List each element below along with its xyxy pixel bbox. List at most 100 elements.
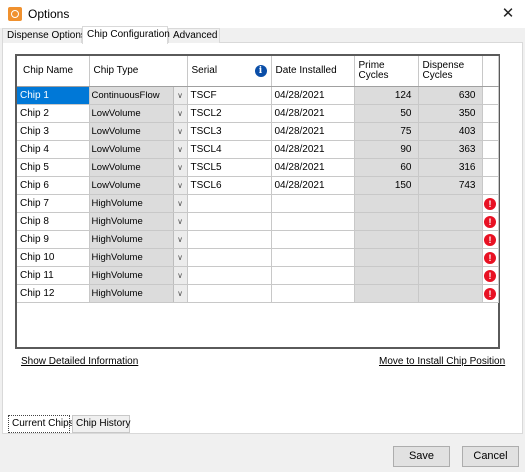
chip-type-dropdown[interactable]: LowVolume ∨ bbox=[89, 122, 188, 141]
status-cell: ! bbox=[482, 230, 499, 249]
table-row[interactable]: Chip 6 LowVolume ∨ TSCL6 04/28/2021 150 743 bbox=[17, 176, 499, 195]
chip-type-dropdown[interactable]: HighVolume ∨ bbox=[89, 266, 188, 285]
info-icon[interactable]: i bbox=[254, 65, 267, 77]
tab-advanced[interactable]: Advanced bbox=[168, 28, 220, 43]
table-row[interactable]: Chip 8 HighVolume ∨! bbox=[17, 212, 499, 231]
chip-type-dropdown[interactable]: HighVolume ∨ bbox=[89, 284, 188, 303]
table-row[interactable]: Chip 5 LowVolume ∨ TSCL5 04/28/2021 60 316 bbox=[17, 158, 499, 177]
chip-name-cell[interactable]: Chip 10 bbox=[17, 248, 90, 267]
chip-name-cell[interactable]: Chip 7 bbox=[17, 194, 90, 213]
date-installed-cell[interactable] bbox=[271, 194, 355, 213]
column-header-prime-cycles[interactable]: Prime Cycles bbox=[354, 56, 419, 87]
chip-name-cell[interactable]: Chip 4 bbox=[17, 140, 90, 159]
chevron-down-icon[interactable]: ∨ bbox=[172, 140, 186, 157]
serial-cell[interactable]: TSCL2 bbox=[187, 104, 272, 123]
warning-icon[interactable]: ! bbox=[484, 234, 496, 246]
app-icon bbox=[8, 7, 22, 21]
serial-cell[interactable] bbox=[187, 230, 272, 249]
warning-icon[interactable]: ! bbox=[484, 270, 496, 282]
date-installed-cell[interactable] bbox=[271, 212, 355, 231]
chevron-down-icon[interactable]: ∨ bbox=[172, 158, 186, 175]
dispense-cycles-cell: 403 bbox=[418, 122, 483, 141]
chip-name-cell[interactable]: Chip 9 bbox=[17, 230, 90, 249]
date-installed-cell[interactable]: 04/28/2021 bbox=[271, 176, 355, 195]
chip-type-dropdown[interactable]: LowVolume ∨ bbox=[89, 176, 188, 195]
serial-cell[interactable] bbox=[187, 194, 272, 213]
column-header-date-installed[interactable]: Date Installed bbox=[271, 56, 355, 87]
tab-dispense-options[interactable]: Dispense Options bbox=[2, 28, 86, 43]
serial-cell[interactable]: TSCF bbox=[187, 86, 272, 105]
serial-cell[interactable]: TSCL6 bbox=[187, 176, 272, 195]
chip-type-dropdown[interactable]: LowVolume ∨ bbox=[89, 158, 188, 177]
tab-chip-history[interactable]: Chip History bbox=[72, 415, 130, 433]
column-header-chip-name[interactable]: Chip Name bbox=[17, 56, 90, 87]
chevron-down-icon[interactable]: ∨ bbox=[172, 266, 186, 283]
date-installed-cell[interactable]: 04/28/2021 bbox=[271, 122, 355, 141]
serial-cell[interactable]: TSCL5 bbox=[187, 158, 272, 177]
chip-type-dropdown[interactable]: HighVolume ∨ bbox=[89, 212, 188, 231]
serial-cell[interactable]: TSCL3 bbox=[187, 122, 272, 141]
chip-name-cell[interactable]: Chip 11 bbox=[17, 266, 90, 285]
table-row[interactable]: Chip 9 HighVolume ∨! bbox=[17, 230, 499, 249]
chip-type-dropdown[interactable]: LowVolume ∨ bbox=[89, 104, 188, 123]
column-header-serial[interactable]: Serial i bbox=[187, 56, 272, 87]
warning-icon[interactable]: ! bbox=[484, 288, 496, 300]
chip-name-cell[interactable]: Chip 5 bbox=[17, 158, 90, 177]
serial-cell[interactable] bbox=[187, 248, 272, 267]
date-installed-cell[interactable] bbox=[271, 230, 355, 249]
table-row[interactable]: Chip 1 ContinuousFlow ∨ TSCF 04/28/2021 124 63… bbox=[17, 86, 499, 105]
tab-current-chips[interactable]: Current Chips bbox=[8, 415, 74, 433]
date-installed-cell[interactable]: 04/28/2021 bbox=[271, 104, 355, 123]
chip-type-dropdown[interactable]: ContinuousFlow ∨ bbox=[89, 86, 188, 105]
chip-name-cell[interactable]: Chip 12 bbox=[17, 284, 90, 303]
table-row[interactable]: Chip 11 HighVolume ∨! bbox=[17, 266, 499, 285]
chevron-down-icon[interactable]: ∨ bbox=[172, 194, 186, 211]
date-installed-cell[interactable] bbox=[271, 266, 355, 285]
date-installed-cell[interactable]: 04/28/2021 bbox=[271, 86, 355, 105]
warning-icon[interactable]: ! bbox=[484, 198, 496, 210]
serial-header-label: Serial bbox=[191, 64, 218, 76]
warning-icon[interactable]: ! bbox=[484, 252, 496, 264]
date-installed-cell[interactable] bbox=[271, 284, 355, 303]
date-installed-cell[interactable]: 04/28/2021 bbox=[271, 158, 355, 177]
date-installed-cell[interactable] bbox=[271, 248, 355, 267]
chip-name-cell[interactable]: Chip 1 bbox=[17, 86, 90, 105]
chevron-down-icon[interactable]: ∨ bbox=[172, 248, 186, 265]
move-to-install-position-link[interactable]: Move to Install Chip Position bbox=[379, 356, 505, 367]
chevron-down-icon[interactable]: ∨ bbox=[172, 122, 186, 139]
column-header-dispense-cycles[interactable]: Dispense Cycles bbox=[418, 56, 483, 87]
serial-cell[interactable]: TSCL4 bbox=[187, 140, 272, 159]
chevron-down-icon[interactable]: ∨ bbox=[172, 176, 186, 193]
column-header-chip-type[interactable]: Chip Type bbox=[89, 56, 188, 87]
chip-name-cell[interactable]: Chip 6 bbox=[17, 176, 90, 195]
save-button[interactable]: Save bbox=[393, 446, 450, 467]
date-installed-cell[interactable]: 04/28/2021 bbox=[271, 140, 355, 159]
chip-name-cell[interactable]: Chip 8 bbox=[17, 212, 90, 231]
show-detailed-information-link[interactable]: Show Detailed Information bbox=[21, 356, 138, 367]
serial-cell[interactable] bbox=[187, 266, 272, 285]
chevron-down-icon[interactable]: ∨ bbox=[172, 104, 186, 121]
chip-name-cell[interactable]: Chip 2 bbox=[17, 104, 90, 123]
chevron-down-icon[interactable]: ∨ bbox=[172, 86, 186, 103]
close-icon[interactable]: ✕ bbox=[491, 0, 525, 28]
table-row[interactable]: Chip 4 LowVolume ∨ TSCL4 04/28/2021 90 363 bbox=[17, 140, 499, 159]
chip-type-dropdown[interactable]: HighVolume ∨ bbox=[89, 248, 188, 267]
chip-type-dropdown[interactable]: HighVolume ∨ bbox=[89, 230, 188, 249]
table-row[interactable]: Chip 3 LowVolume ∨ TSCL3 04/28/2021 75 403 bbox=[17, 122, 499, 141]
warning-icon[interactable]: ! bbox=[484, 216, 496, 228]
table-row[interactable]: Chip 12 HighVolume ∨! bbox=[17, 284, 499, 303]
chip-type-dropdown[interactable]: LowVolume ∨ bbox=[89, 140, 188, 159]
serial-cell[interactable] bbox=[187, 212, 272, 231]
chip-type-dropdown[interactable]: HighVolume ∨ bbox=[89, 194, 188, 213]
cancel-button[interactable]: Cancel bbox=[462, 446, 519, 467]
tab-chip-configuration[interactable]: Chip Configuration bbox=[82, 26, 170, 44]
table-row[interactable]: Chip 7 HighVolume ∨! bbox=[17, 194, 499, 213]
chip-name-cell[interactable]: Chip 3 bbox=[17, 122, 90, 141]
serial-cell[interactable] bbox=[187, 284, 272, 303]
chevron-down-icon[interactable]: ∨ bbox=[172, 284, 186, 301]
table-row[interactable]: Chip 2 LowVolume ∨ TSCL2 04/28/2021 50 350 bbox=[17, 104, 499, 123]
table-row[interactable]: Chip 10 HighVolume ∨! bbox=[17, 248, 499, 267]
chevron-down-icon[interactable]: ∨ bbox=[172, 230, 186, 247]
chevron-down-icon[interactable]: ∨ bbox=[172, 212, 186, 229]
chip-type-value: ContinuousFlow bbox=[91, 89, 160, 101]
